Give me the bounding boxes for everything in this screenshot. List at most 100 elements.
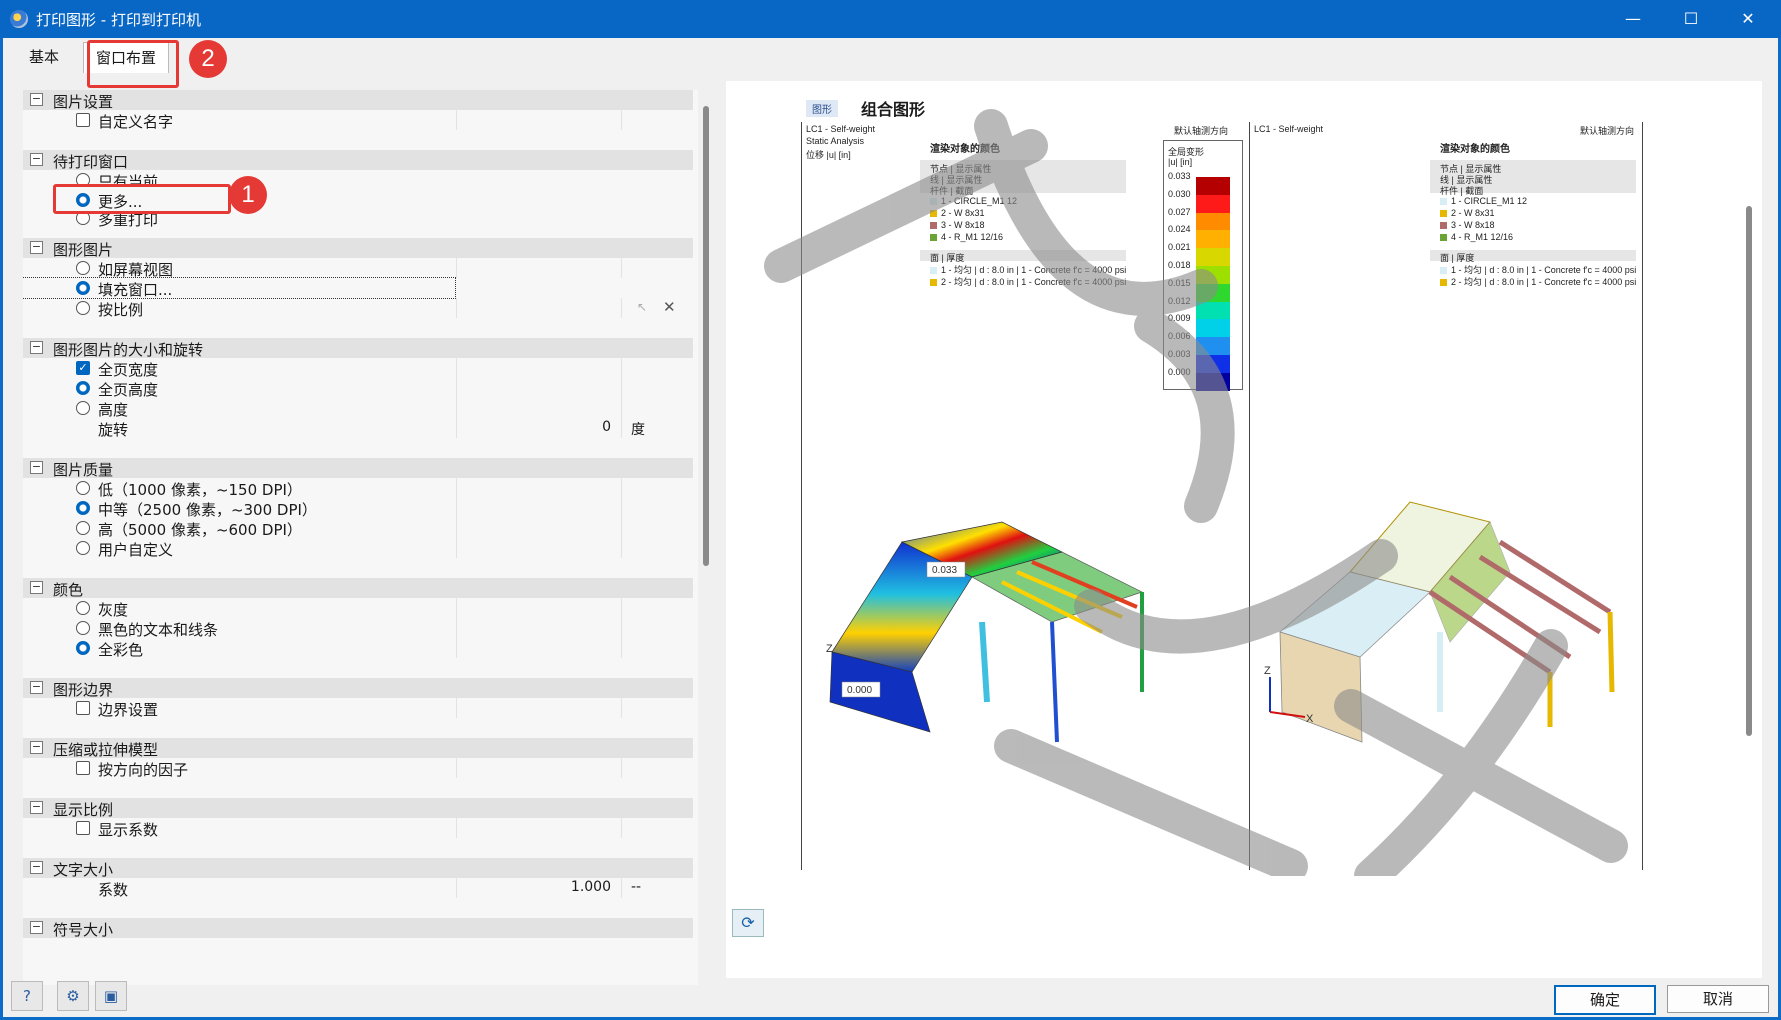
row-label: 黑色的文本和线条 — [98, 621, 219, 639]
row-quality-low[interactable]: 低（1000 像素，~150 DPI） — [23, 478, 693, 499]
collapse-toggle-icon[interactable]: − — [30, 581, 43, 594]
section-color[interactable]: − 颜色 — [23, 578, 693, 599]
row-quality-user[interactable]: 用户自定义 — [23, 538, 693, 559]
section-title: 图形图片 — [53, 241, 114, 259]
section-quality[interactable]: − 图片质量 — [23, 458, 693, 479]
preview-page: 图形 组合图形 LC1 - Self-weight Static Analysi… — [731, 86, 1739, 876]
section-symbol-size[interactable]: − 符号大小 — [23, 918, 693, 939]
preview-scrollbar[interactable] — [1746, 206, 1752, 736]
settings-tree: − 图片设置 自定义名字 − 待打印窗口 只有当前 更多... 多重打印 更多.… — [23, 90, 698, 985]
pick-icon[interactable]: ↖ — [637, 300, 647, 314]
fill-window-radio[interactable] — [76, 281, 90, 295]
row-full-height[interactable]: 全页高度 — [23, 378, 693, 399]
rotation-value-field[interactable]: 0 — [602, 419, 611, 435]
cancel-button[interactable]: 取消 — [1667, 985, 1769, 1013]
section-size-rotation[interactable]: − 图形图片的大小和旋转 — [23, 338, 693, 359]
text-factor-field[interactable]: 1.000 — [571, 879, 611, 895]
full-width-checkbox[interactable]: ✓ — [76, 361, 90, 375]
section-title: 图形图片的大小和旋转 — [53, 341, 204, 359]
section-title: 图片设置 — [53, 93, 114, 111]
row-label: 旋转 — [98, 421, 129, 439]
ok-button[interactable]: 确定 — [1554, 985, 1656, 1015]
section-print-windows[interactable]: − 待打印窗口 — [23, 150, 693, 171]
row-gray[interactable]: 灰度 — [23, 598, 693, 619]
section-title: 符号大小 — [53, 921, 114, 939]
clear-icon[interactable]: ✕ — [663, 298, 676, 316]
section-graphic-image[interactable]: − 图形图片 — [23, 238, 693, 259]
border-settings-checkbox[interactable] — [76, 701, 90, 715]
row-as-screen[interactable]: 如屏幕视图 — [23, 258, 693, 279]
section-compression[interactable]: − 压缩或拉伸模型 — [23, 738, 693, 759]
window-title: 打印图形 - 打印到打印机 — [36, 11, 201, 29]
full-color-radio[interactable] — [76, 641, 90, 655]
row-fill-window[interactable]: 填充窗口... — [23, 277, 456, 299]
row-label: 如屏幕视图 — [98, 261, 174, 279]
collapse-toggle-icon[interactable]: − — [30, 461, 43, 474]
row-label: 填充窗口... — [98, 281, 173, 299]
quality-user-radio[interactable] — [76, 541, 90, 555]
full-height-radio[interactable] — [76, 381, 90, 395]
row-label: 系数 — [98, 881, 129, 899]
section-image-settings[interactable]: − 图片设置 — [23, 90, 693, 111]
settings-button[interactable]: ⚙ — [57, 981, 89, 1011]
quality-medium-radio[interactable] — [76, 501, 90, 515]
row-label: 全页宽度 — [98, 361, 159, 379]
maximize-button[interactable]: ☐ — [1668, 7, 1714, 31]
tab-basic[interactable]: 基本 — [17, 42, 71, 72]
bottom-bar: ? ⚙ ▣ 确定 取消 — [3, 981, 1778, 1017]
row-black-text[interactable]: 黑色的文本和线条 — [23, 618, 693, 639]
collapse-toggle-icon[interactable]: − — [30, 741, 43, 754]
custom-name-checkbox[interactable] — [76, 113, 90, 127]
section-display-scale[interactable]: − 显示比例 — [23, 798, 693, 819]
row-custom-name[interactable]: 自定义名字 — [23, 110, 693, 131]
by-scale-radio[interactable] — [76, 301, 90, 315]
gray-radio[interactable] — [76, 601, 90, 615]
row-text-factor[interactable]: 系数 1.000 -- — [23, 878, 693, 899]
settings-scrollbar[interactable] — [703, 106, 709, 566]
section-text-size[interactable]: − 文字大小 — [23, 858, 693, 879]
refresh-button[interactable]: ⟳ — [732, 909, 764, 937]
quality-low-radio[interactable] — [76, 481, 90, 495]
row-height[interactable]: 高度 — [23, 398, 693, 419]
as-screen-radio[interactable] — [76, 261, 90, 275]
callout-highlight-2 — [87, 40, 179, 88]
row-border-settings[interactable]: 边界设置 — [23, 698, 693, 719]
quality-high-radio[interactable] — [76, 521, 90, 535]
collapse-toggle-icon[interactable]: − — [30, 241, 43, 254]
section-title: 显示比例 — [53, 801, 114, 819]
minimize-button[interactable]: — — [1610, 7, 1656, 31]
row-label: 中等（2500 像素，~300 DPI） — [98, 501, 317, 519]
collapse-toggle-icon[interactable]: − — [30, 93, 43, 106]
row-show-factor[interactable]: 显示系数 — [23, 818, 693, 839]
show-factor-checkbox[interactable] — [76, 821, 90, 835]
collapse-toggle-icon[interactable]: − — [30, 153, 43, 166]
row-label: 显示系数 — [98, 821, 159, 839]
dialog-body: 基本 窗口布置 2 − 图片设置 自定义名字 − 待打印窗口 只有当前 更多..… — [3, 38, 1778, 1017]
row-label: 用户自定义 — [98, 541, 174, 559]
row-quality-medium[interactable]: 中等（2500 像素，~300 DPI） — [23, 498, 693, 519]
help-button[interactable]: ? — [11, 981, 43, 1011]
direction-factor-checkbox[interactable] — [76, 761, 90, 775]
row-full-color[interactable]: 全彩色 — [23, 638, 693, 659]
collapse-toggle-icon[interactable]: − — [30, 681, 43, 694]
row-quality-high[interactable]: 高（5000 像素，~600 DPI） — [23, 518, 693, 539]
collapse-toggle-icon[interactable]: − — [30, 861, 43, 874]
height-radio[interactable] — [76, 401, 90, 415]
save-button[interactable]: ▣ — [95, 981, 127, 1011]
row-by-scale[interactable]: 按比例 ↖ ✕ — [23, 298, 693, 319]
black-text-radio[interactable] — [76, 621, 90, 635]
close-button[interactable]: ✕ — [1725, 7, 1771, 31]
row-full-width[interactable]: ✓ 全页宽度 — [23, 358, 693, 379]
section-title: 待打印窗口 — [53, 153, 129, 171]
row-direction-factor[interactable]: 按方向的因子 — [23, 758, 693, 779]
collapse-toggle-icon[interactable]: − — [30, 341, 43, 354]
section-border[interactable]: − 图形边界 — [23, 678, 693, 699]
row-label: 边界设置 — [98, 701, 159, 719]
more-radio-highlighted[interactable] — [76, 193, 90, 207]
section-title: 颜色 — [53, 581, 84, 599]
section-title: 文字大小 — [53, 861, 114, 879]
collapse-toggle-icon[interactable]: − — [30, 921, 43, 934]
row-rotation[interactable]: 旋转 0 度 — [23, 418, 693, 439]
collapse-toggle-icon[interactable]: − — [30, 801, 43, 814]
row-label: 全页高度 — [98, 381, 159, 399]
